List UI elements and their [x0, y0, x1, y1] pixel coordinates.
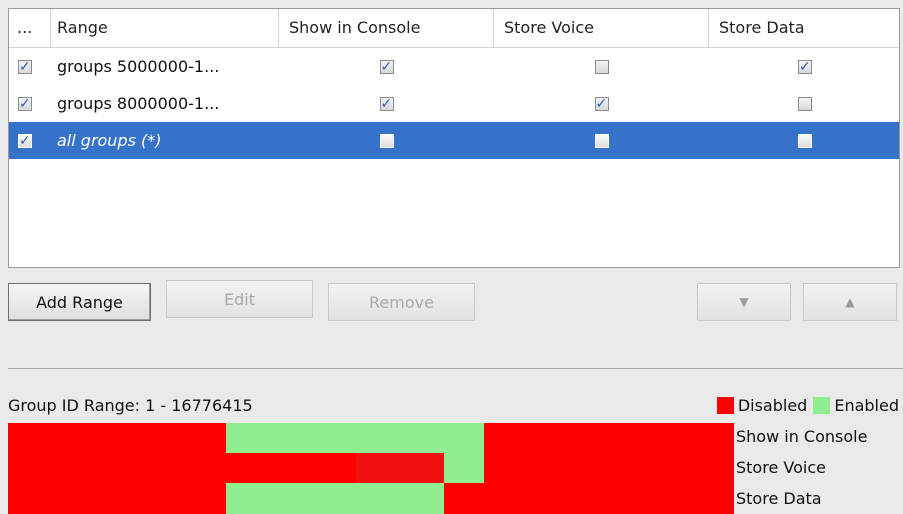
store-voice-checkbox[interactable]: [594, 59, 609, 74]
store-data-checkbox[interactable]: [798, 96, 812, 111]
arrow-up-icon: ▲: [845, 295, 855, 309]
show-in-console-checkbox[interactable]: [379, 57, 394, 77]
show-in-console-checkbox[interactable]: [379, 133, 394, 148]
group-id-range-label: Group ID Range: 1 - 16776415: [8, 396, 253, 415]
store-voice-cell: [494, 48, 709, 85]
enabled-swatch: [813, 397, 831, 414]
store-data-checkbox[interactable]: [798, 133, 812, 148]
range-segment-disabled: [8, 453, 357, 484]
store-data-cell: [709, 48, 899, 85]
arrow-down-icon: ▼: [739, 295, 749, 309]
store-voice-cell: [494, 85, 709, 122]
store-voice-cell: [494, 122, 709, 159]
store-voice-checkbox[interactable]: [594, 94, 609, 114]
store-data-cell: [709, 85, 899, 122]
row-label-show-in-console: Show in Console: [736, 427, 868, 446]
store-data-checkbox[interactable]: [798, 57, 812, 77]
range-segment-disabled: [483, 423, 734, 454]
move-up-button[interactable]: ▲: [803, 283, 897, 321]
show-in-console-checkbox[interactable]: [379, 94, 394, 114]
range-segment-enabled: [225, 423, 484, 454]
enabled-checkbox[interactable]: [18, 131, 32, 151]
move-down-button[interactable]: ▼: [697, 283, 791, 321]
enabled-cell: [9, 48, 51, 85]
table-row[interactable]: groups 8000000-1...: [9, 85, 899, 122]
show-in-console-cell: [279, 122, 494, 159]
edit-button[interactable]: Edit: [166, 280, 313, 318]
range-cell: groups 8000000-1...: [57, 94, 220, 113]
legend-disabled-label: Disabled: [737, 396, 808, 415]
column-header-store-data[interactable]: Store Data: [709, 9, 899, 47]
row-label-store-voice: Store Voice: [736, 458, 826, 477]
range-segment-enabled: [225, 483, 444, 514]
range-bar-chart: [8, 423, 734, 514]
enabled-cell: [9, 122, 51, 159]
column-header-show-in-console[interactable]: Show in Console: [279, 9, 494, 47]
enabled-checkbox[interactable]: [18, 94, 32, 114]
legend-enabled-label: Enabled: [834, 396, 899, 415]
store-data-cell: [709, 122, 899, 159]
legend: Disabled Enabled: [711, 396, 899, 415]
range-table: ... Range Show in Console Store Voice St…: [8, 8, 900, 268]
range-segment-disabled: [8, 423, 226, 454]
range-segment-disabled: [443, 483, 734, 514]
range-cell: all groups (*): [57, 131, 162, 150]
column-header-store-voice[interactable]: Store Voice: [494, 9, 709, 47]
range-cell: groups 5000000-1...: [57, 57, 220, 76]
column-header-options[interactable]: ...: [9, 9, 51, 47]
table-header: ... Range Show in Console Store Voice St…: [9, 9, 899, 48]
disabled-swatch: [716, 397, 734, 414]
remove-button[interactable]: Remove: [328, 283, 475, 321]
show-in-console-cell: [279, 85, 494, 122]
enabled-cell: [9, 85, 51, 122]
row-label-store-data: Store Data: [736, 489, 822, 508]
table-row[interactable]: all groups (*): [9, 122, 899, 159]
divider: [8, 368, 903, 369]
add-range-button[interactable]: Add Range: [8, 283, 151, 321]
store-voice-checkbox[interactable]: [594, 133, 609, 148]
table-row[interactable]: groups 5000000-1...: [9, 48, 899, 85]
range-segment-disabled: [483, 453, 734, 484]
show-in-console-cell: [279, 48, 494, 85]
enabled-checkbox[interactable]: [18, 57, 32, 77]
range-segment-enabled: [443, 453, 484, 484]
column-header-range[interactable]: Range: [51, 9, 279, 47]
range-segment-disabled: [8, 483, 226, 514]
range-segment-disabled-dark: [356, 453, 444, 484]
